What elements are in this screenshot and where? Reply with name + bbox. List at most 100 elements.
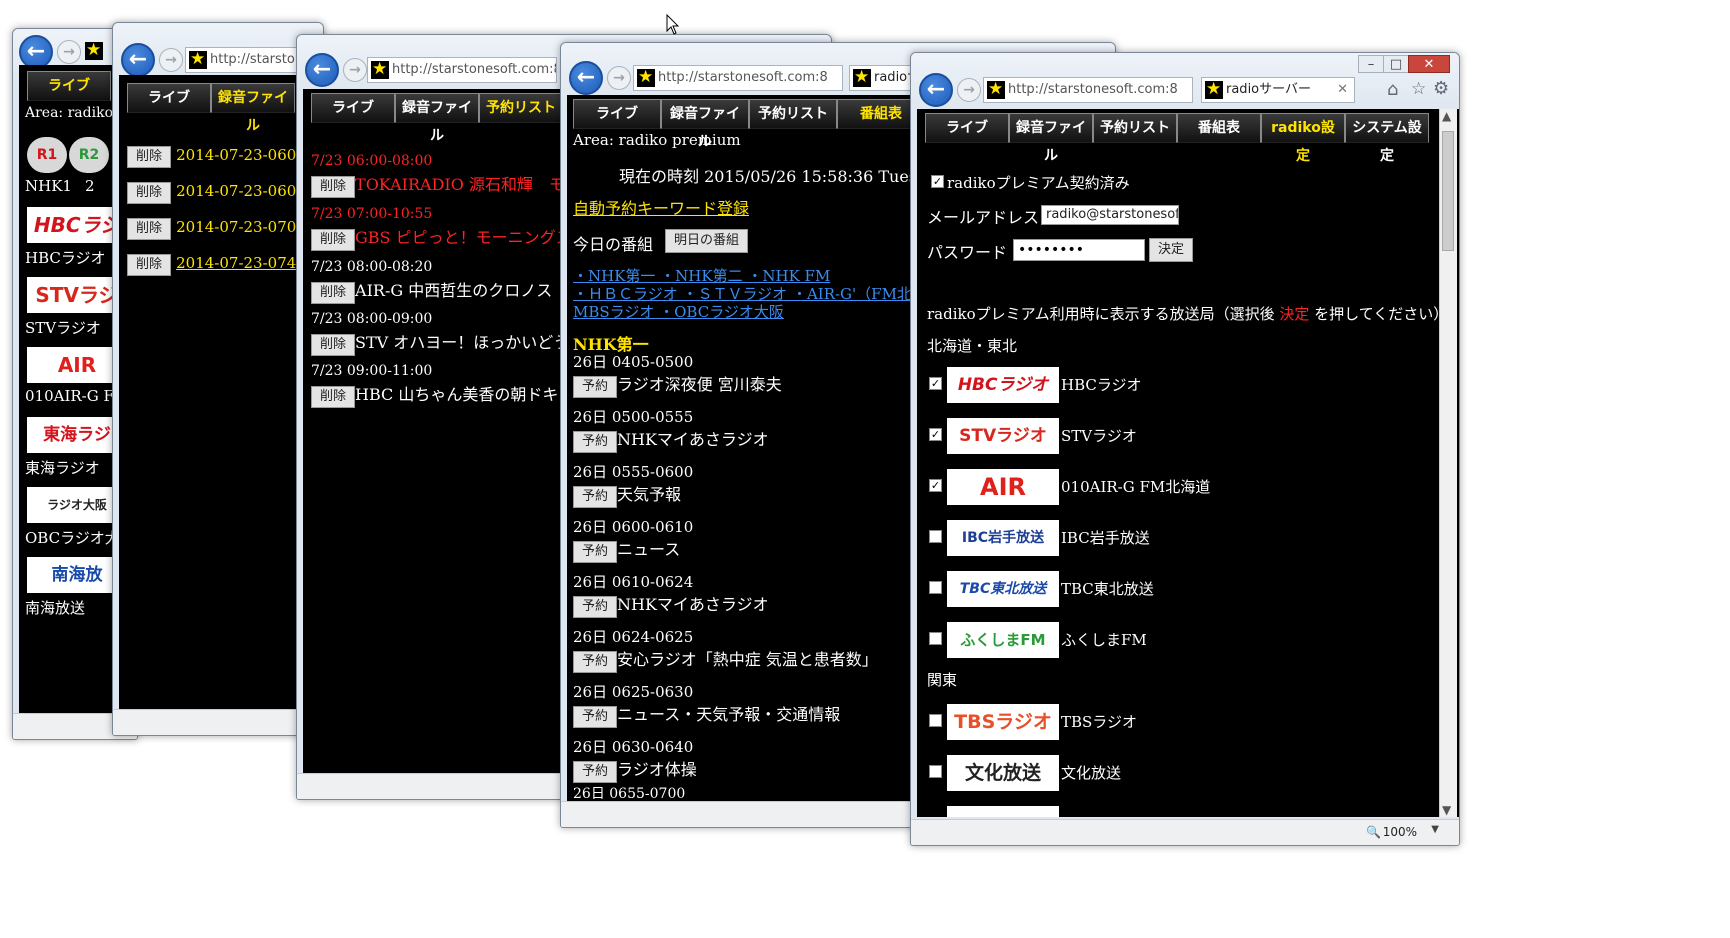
favicon-icon — [987, 78, 1005, 100]
today-label: 今日の番組 — [573, 235, 654, 254]
station-checkbox[interactable] — [929, 632, 942, 645]
program-title: 天気予報 — [617, 485, 682, 504]
program-time: 26日 0600-0610 — [573, 518, 694, 536]
delete-button[interactable]: 削除 — [311, 282, 356, 304]
nav-reservations[interactable]: 予約リスト — [1093, 113, 1177, 143]
reservation-row: 削除 HBC 山ちゃん美香の朝ドキッ！ — [311, 381, 590, 408]
forward-button[interactable]: → — [607, 66, 631, 90]
maximize-icon[interactable]: □ — [1383, 55, 1409, 73]
station-checkbox[interactable]: ✓ — [929, 377, 942, 390]
program-time: 26日 0630-0640 — [573, 738, 694, 756]
chevron-down-icon[interactable]: ▼ — [1431, 824, 1439, 835]
station-checkbox[interactable]: ✓ — [929, 428, 942, 441]
favorites-icon[interactable]: ☆ — [1411, 79, 1426, 99]
email-field[interactable]: radiko@starstonesoft.c — [1041, 205, 1179, 225]
favicon-icon — [853, 66, 871, 88]
reservation-time: 7/23 09:00-11:00 — [311, 363, 433, 379]
nav-reservations[interactable]: 予約リスト — [749, 99, 837, 129]
back-button[interactable]: ← — [19, 35, 53, 69]
home-icon[interactable]: ⌂ — [1387, 79, 1398, 100]
forward-button[interactable]: → — [159, 48, 183, 72]
station-name: 文化放送 — [1061, 764, 1122, 782]
reservation-title: STV オハヨー！ほっかいどう — [355, 333, 570, 352]
nav-live[interactable]: ライブ — [311, 93, 395, 123]
station-name: STVラジオ — [1061, 427, 1137, 445]
tab-close-icon[interactable]: ✕ — [1337, 78, 1348, 102]
reserve-button[interactable]: 予約 — [573, 431, 618, 453]
nav-live[interactable]: ライブ — [127, 83, 211, 113]
delete-button[interactable]: 削除 — [311, 386, 356, 408]
back-button[interactable]: ← — [305, 53, 339, 87]
nav-recordings[interactable]: 録音ファイル — [211, 83, 295, 134]
reserve-button[interactable]: 予約 — [573, 486, 618, 508]
zoom-icon[interactable]: 🔍 — [1366, 825, 1381, 839]
program-time: 26日 0405-0500 — [573, 353, 694, 371]
delete-button[interactable]: 削除 — [127, 182, 172, 204]
forward-button[interactable]: → — [957, 78, 981, 102]
scrollbar-thumb[interactable] — [1442, 131, 1454, 251]
auto-keyword-link[interactable]: 自動予約キーワード登録 — [573, 195, 749, 219]
nav-radiko-settings[interactable]: radiko設定 — [1261, 113, 1345, 164]
address-bar[interactable]: http://starstonesoft.com:8 — [367, 57, 557, 83]
nhk-r1-logo[interactable]: R1 — [27, 137, 67, 173]
back-button[interactable]: ← — [919, 73, 953, 107]
reserve-button[interactable]: 予約 — [573, 761, 618, 783]
nav-recordings[interactable]: 録音ファイル — [1009, 113, 1093, 164]
address-bar[interactable]: http://starstonesoft.com:8 — [633, 65, 843, 91]
delete-button[interactable]: 削除 — [311, 176, 356, 198]
browser-window-5[interactable]: –□✕ ← → http://starstonesoft.com:8 radio… — [910, 52, 1460, 846]
browser-tab[interactable]: radioサーバー ✕ — [1201, 77, 1355, 103]
delete-button[interactable]: 削除 — [311, 334, 356, 356]
scroll-up-icon[interactable]: ▲ — [1442, 109, 1451, 123]
forward-button[interactable]: → — [57, 40, 81, 64]
minimize-icon[interactable]: – — [1358, 55, 1384, 73]
address-bar[interactable]: http://starstonesoft.com:8 — [983, 77, 1193, 103]
program-row: 予約 安心ラジオ「熱中症 気温と患者数」 — [573, 646, 878, 673]
vertical-scrollbar[interactable]: ▲ ▼ — [1439, 109, 1457, 817]
station-checkbox[interactable] — [929, 765, 942, 778]
delete-button[interactable]: 削除 — [127, 254, 172, 276]
nav-live[interactable]: ライブ — [27, 71, 111, 101]
back-button[interactable]: ← — [569, 61, 603, 95]
station-checkbox[interactable] — [929, 714, 942, 727]
program-title: NHKマイあさラジオ — [617, 595, 769, 614]
settings-gear-icon[interactable]: ⚙ — [1433, 78, 1449, 99]
nav-schedule[interactable]: 番組表 — [1177, 113, 1261, 143]
reserve-button[interactable]: 予約 — [573, 596, 618, 618]
nhk-r2-logo[interactable]: R2 — [69, 137, 109, 173]
delete-button[interactable]: 削除 — [127, 218, 172, 240]
reserve-button[interactable]: 予約 — [573, 541, 618, 563]
station-checkbox[interactable]: ✓ — [929, 479, 942, 492]
forward-button[interactable]: → — [343, 58, 367, 82]
current-time: 現在の時刻 2015/05/26 15:58:36 Tuesday — [619, 167, 946, 186]
premium-checkbox[interactable]: ✓ — [931, 175, 944, 188]
program-title: ラジオ深夜便 宮川泰夫 — [617, 375, 782, 394]
nav-live[interactable]: ライブ — [573, 99, 661, 129]
confirm-button[interactable]: 決定 — [1149, 238, 1194, 262]
delete-button[interactable]: 削除 — [311, 229, 356, 251]
reserve-button[interactable]: 予約 — [573, 376, 618, 398]
delete-button[interactable]: 削除 — [127, 146, 172, 168]
nav-live[interactable]: ライブ — [925, 113, 1009, 143]
station-checkbox[interactable] — [929, 530, 942, 543]
reserve-button[interactable]: 予約 — [573, 651, 618, 673]
region-heading: 関東 — [927, 671, 958, 689]
reserve-button[interactable]: 予約 — [573, 706, 618, 728]
nav-recordings[interactable]: 録音ファイル — [395, 93, 479, 144]
zoom-level[interactable]: 100% — [1383, 825, 1417, 839]
password-field[interactable]: •••••••• — [1013, 239, 1145, 261]
station-checkbox[interactable] — [929, 581, 942, 594]
nav-reservations[interactable]: 予約リスト — [479, 93, 563, 123]
scroll-down-icon[interactable]: ▼ — [1442, 803, 1451, 817]
desktop: ← → ライブ Area: radiko pr R1 R2 NHK1 2 HBC… — [0, 0, 1730, 938]
program-time: 26日 0655-0700 — [573, 786, 686, 801]
tomorrow-button[interactable]: 明日の番組 — [665, 229, 749, 253]
nav-system-settings[interactable]: システム設定 — [1345, 113, 1429, 164]
back-button[interactable]: ← — [121, 43, 155, 77]
recording-row: 削除 2014-07-23-0600_T0 — [127, 145, 323, 168]
close-icon[interactable]: ✕ — [1408, 55, 1450, 73]
browser-window-2[interactable]: ← → http://starstones ライブ 録音ファイル 削除 2014… — [112, 22, 324, 736]
nav-recordings[interactable]: 録音ファイル — [661, 99, 749, 150]
program-row: 予約 NHKマイあさラジオ — [573, 426, 769, 453]
station-links[interactable]: MBSラジオ ・OBCラジオ大阪 — [573, 301, 784, 322]
